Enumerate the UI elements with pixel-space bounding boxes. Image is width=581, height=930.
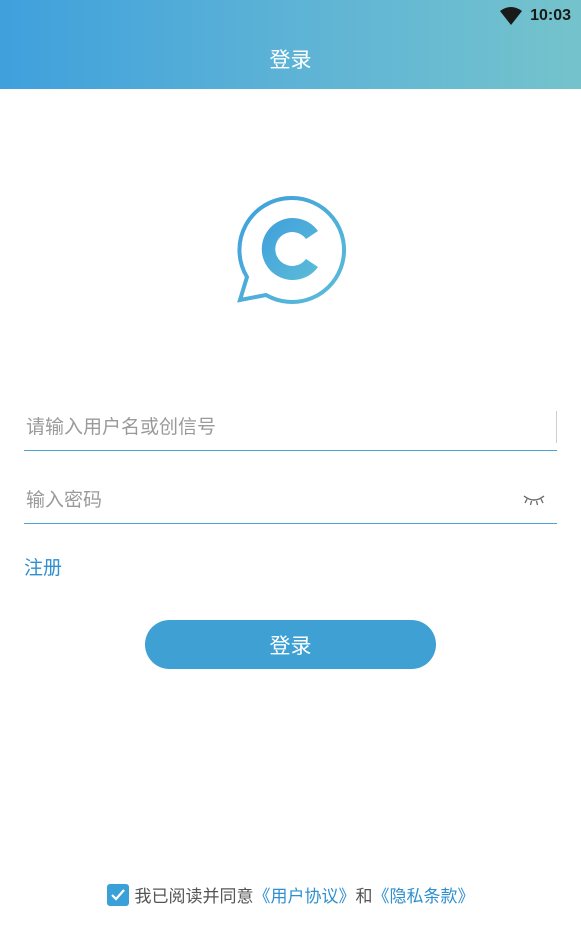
chat-c-logo-icon: [237, 195, 347, 304]
register-link[interactable]: 注册: [24, 553, 62, 580]
app-header: 10:03 登录: [0, 0, 581, 89]
agreement-row: 我已阅读并同意 《用户协议》 和 《隐私条款》: [0, 882, 581, 907]
page-title: 登录: [269, 48, 312, 72]
check-icon: [110, 888, 125, 901]
privacy-policy-link[interactable]: 《隐私条款》: [373, 882, 475, 907]
eye-closed-icon[interactable]: [523, 493, 545, 505]
user-agreement-link[interactable]: 《用户协议》: [254, 882, 356, 907]
agreement-conjunction: 和: [355, 887, 373, 907]
agreement-checkbox[interactable]: [106, 883, 129, 906]
status-time: 10:03: [530, 7, 571, 24]
wifi-icon: [500, 7, 523, 25]
status-bar: 10:03: [500, 0, 581, 32]
agreement-prefix: 我已阅读并同意: [134, 887, 254, 907]
password-input[interactable]: [24, 476, 557, 523]
username-input[interactable]: [24, 403, 557, 450]
password-field: [24, 476, 557, 524]
username-field: [24, 403, 557, 451]
login-button[interactable]: 登录: [145, 620, 436, 669]
